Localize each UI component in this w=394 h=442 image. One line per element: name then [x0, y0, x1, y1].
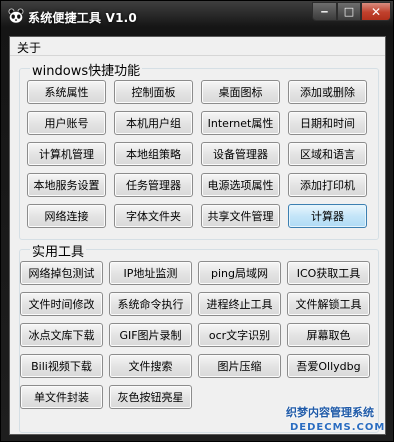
- maximize-icon: □: [343, 5, 355, 18]
- tools_group-buttons-button-3[interactable]: ICO获取工具: [287, 261, 370, 285]
- menu-bar: 关于: [10, 37, 385, 56]
- windows_group-buttons-button-6[interactable]: Internet属性: [201, 111, 280, 135]
- tools_group-buttons-button-16[interactable]: 单文件封装: [20, 385, 103, 409]
- windows_group-buttons-button-19[interactable]: 计算器: [288, 204, 367, 228]
- windows_group-buttons-button-1[interactable]: 控制面板: [114, 80, 193, 104]
- windows_group-buttons-button-2[interactable]: 桌面图标: [201, 80, 280, 104]
- windows_group-buttons-button-9[interactable]: 本地组策略: [114, 142, 193, 166]
- menu-about[interactable]: 关于: [17, 39, 41, 56]
- windows_group-buttons-button-7[interactable]: 日期和时间: [288, 111, 367, 135]
- tools_group-buttons-button-1[interactable]: IP地址监测: [109, 261, 192, 285]
- windows_group-buttons-button-17[interactable]: 字体文件夹: [114, 204, 193, 228]
- client-area: 关于 windows快捷功能 系统属性 控制面板 桌面图标 添加或删除用户账号 本机用户…: [9, 36, 386, 435]
- minimize-icon: ‒: [320, 5, 329, 18]
- windows_group-buttons-button-5[interactable]: 本机用户组: [114, 111, 193, 135]
- tools_group-buttons-button-10[interactable]: ocr文字识别: [198, 323, 281, 347]
- tools_group-buttons-button-9[interactable]: GIF图片录制: [109, 323, 192, 347]
- watermark: 织梦内容管理系统 DEDECMS.COM: [286, 402, 391, 440]
- windows-shortcuts-title: windows快捷功能: [30, 60, 143, 79]
- title-bar[interactable]: 系统便捷工具 V1.0 ‒ □ ✕: [1, 1, 393, 31]
- windows_group-buttons-button-14[interactable]: 电源选项属性: [201, 173, 280, 197]
- maximize-button[interactable]: □: [337, 2, 361, 21]
- windows_group-buttons-button-8[interactable]: 计算机管理: [27, 142, 106, 166]
- app-window: 系统便捷工具 V1.0 ‒ □ ✕ 关于 windows快捷功能 系统属性 控制面…: [0, 0, 394, 442]
- windows_group-buttons-button-11[interactable]: 区域和语言: [288, 142, 367, 166]
- windows_group-buttons-button-15[interactable]: 添加打印机: [288, 173, 367, 197]
- tools_group-buttons-button-4[interactable]: 文件时间修改: [20, 292, 103, 316]
- tools_group-buttons-button-8[interactable]: 冰点文库下载: [20, 323, 103, 347]
- watermark-line2: DEDECMS.COM: [290, 422, 386, 433]
- tools_group-buttons-button-5[interactable]: 系统命令执行: [109, 292, 192, 316]
- windows_group-buttons-button-13[interactable]: 任务管理器: [114, 173, 193, 197]
- window-title: 系统便捷工具 V1.0: [28, 11, 137, 25]
- tools_group-buttons-button-12[interactable]: Bili视频下载: [20, 354, 103, 378]
- windows_group-buttons-button-10[interactable]: 设备管理器: [201, 142, 280, 166]
- windows-shortcuts-group: windows快捷功能 系统属性 控制面板 桌面图标 添加或删除用户账号 本机用户组 In…: [19, 60, 379, 240]
- tools_group-buttons-button-13[interactable]: 文件搜索: [109, 354, 192, 378]
- windows_group-buttons-button-0[interactable]: 系统属性: [27, 80, 106, 104]
- windows_group-buttons-button-4[interactable]: 用户账号: [27, 111, 106, 135]
- watermark-line1: 织梦内容管理系统: [286, 406, 374, 419]
- tools_group-buttons-button-6[interactable]: 进程终止工具: [198, 292, 281, 316]
- tools_group-buttons-button-15[interactable]: 吾爱Ollydbg: [287, 354, 370, 378]
- windows_group-buttons-button-18[interactable]: 共享文件管理: [201, 204, 280, 228]
- tools_group-buttons-button-7[interactable]: 文件解锁工具: [287, 292, 370, 316]
- minimize-button[interactable]: ‒: [312, 2, 337, 21]
- windows_group-buttons-button-16[interactable]: 网络连接: [27, 204, 106, 228]
- tools_group-buttons-button-14[interactable]: 图片压缩: [198, 354, 281, 378]
- close-icon: ✕: [370, 4, 382, 19]
- windows_group-buttons-button-3[interactable]: 添加或删除: [288, 80, 367, 104]
- tools_group-buttons-button-11[interactable]: 屏幕取色: [287, 323, 370, 347]
- windows_group-buttons-button-12[interactable]: 本地服务设置: [27, 173, 106, 197]
- close-button[interactable]: ✕: [361, 2, 391, 21]
- utility-tools-title: 实用工具: [30, 241, 87, 260]
- tools_group-buttons-button-2[interactable]: ping局域网: [198, 261, 281, 285]
- tools_group-buttons-button-17[interactable]: 灰色按钮亮星: [109, 385, 192, 409]
- panda-icon: [8, 8, 24, 24]
- tools_group-buttons-button-0[interactable]: 网络掉包测试: [20, 261, 103, 285]
